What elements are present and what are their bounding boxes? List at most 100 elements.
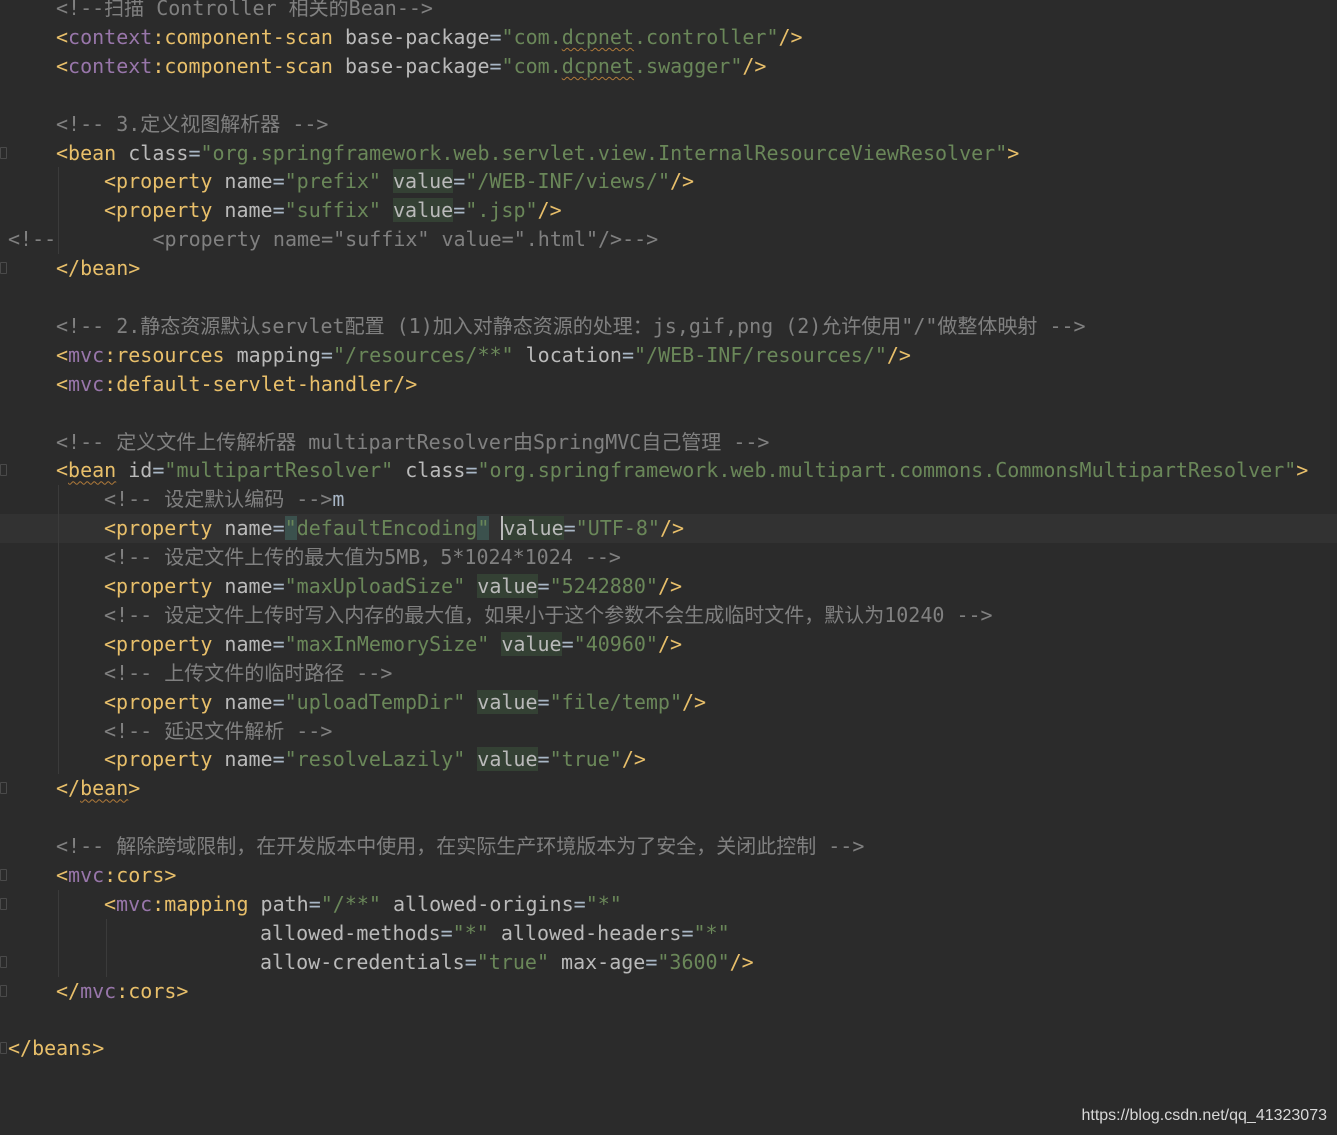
code-token: "true" bbox=[476, 949, 562, 974]
code-token: <!-- 3.定义视图解析器 --> bbox=[56, 111, 329, 136]
code-token: </bean> bbox=[56, 256, 141, 281]
code-token: :cors> bbox=[104, 863, 177, 887]
code-line[interactable] bbox=[0, 1006, 1337, 1035]
code-token: " bbox=[477, 516, 490, 541]
code-token: <property bbox=[104, 689, 225, 714]
code-line[interactable]: <context:component-scan base-package="co… bbox=[0, 23, 1337, 52]
code-line[interactable]: <context:component-scan base-package="co… bbox=[0, 52, 1337, 81]
code-token: <property bbox=[104, 198, 225, 223]
code-token: "5242880" bbox=[549, 574, 658, 598]
code-line[interactable]: <!-- 设定文件上传时写入内存的最大值，如果小于这个参数不会生成临时文件，默认… bbox=[0, 601, 1337, 630]
code-token: mvc bbox=[68, 342, 105, 367]
code-token: "resolveLazily" bbox=[284, 747, 478, 772]
code-token: < bbox=[56, 342, 69, 367]
code-line[interactable]: <bean id="multipartResolver" class="org.… bbox=[0, 456, 1337, 485]
code-token: :mapping bbox=[152, 891, 261, 916]
code-line[interactable]: <!-- 设定默认编码 -->m bbox=[0, 485, 1337, 514]
code-token: name bbox=[224, 747, 273, 772]
code-token: "UTF-8" bbox=[575, 516, 660, 541]
code-line[interactable]: <property name="prefix" value="/WEB-INF/… bbox=[0, 167, 1337, 196]
code-token: /> bbox=[657, 574, 683, 598]
fold-marker-icon[interactable] bbox=[0, 782, 7, 795]
code-line[interactable]: <!-- <property name="suffix" value=".htm… bbox=[0, 225, 1337, 254]
code-line[interactable]: </bean> bbox=[0, 774, 1337, 803]
code-token: "*" bbox=[452, 920, 501, 945]
code-line[interactable] bbox=[0, 283, 1337, 312]
code-token: "/WEB-INF/views/" bbox=[465, 169, 670, 194]
code-line[interactable]: </mvc:cors> bbox=[0, 977, 1337, 1006]
fold-marker-icon[interactable] bbox=[0, 869, 7, 881]
code-token: = bbox=[621, 342, 634, 367]
fold-marker-icon[interactable] bbox=[0, 146, 7, 159]
code-token: :component-scan bbox=[152, 53, 345, 78]
code-token: "*" bbox=[693, 920, 730, 945]
code-line[interactable]: <mvc:cors> bbox=[0, 861, 1337, 890]
code-line[interactable]: allow-credentials="true" max-age="3600"/… bbox=[0, 948, 1337, 977]
code-text: <context:component-scan base-package="co… bbox=[56, 52, 766, 81]
code-token: "org.springframework.web.multipart.commo… bbox=[477, 458, 1297, 483]
code-token: = bbox=[320, 342, 333, 367]
code-token: <!-- 2.静态资源默认servlet配置 (1)加入对静态资源的处理：js,… bbox=[56, 313, 1086, 338]
code-line[interactable]: <!-- 3.定义视图解析器 --> bbox=[0, 110, 1337, 139]
fold-marker-icon[interactable] bbox=[0, 262, 7, 275]
code-line[interactable]: <!--扫描 Controller 相关的Bean--> bbox=[0, 0, 1337, 23]
code-line[interactable]: allowed-methods="*" allowed-headers="*" bbox=[0, 919, 1337, 948]
code-token: > bbox=[1296, 458, 1309, 483]
fold-marker-icon[interactable] bbox=[0, 1042, 7, 1055]
code-token: .controller" bbox=[634, 24, 779, 49]
code-line[interactable] bbox=[0, 81, 1337, 110]
code-line[interactable]: <!-- 延迟文件解析 --> bbox=[0, 717, 1337, 746]
fold-marker-icon[interactable] bbox=[0, 464, 7, 477]
code-token: < bbox=[104, 891, 117, 916]
fold-marker-icon[interactable] bbox=[0, 984, 7, 997]
code-line[interactable] bbox=[0, 803, 1337, 832]
code-line[interactable]: <property name="maxUploadSize" value="52… bbox=[0, 572, 1337, 601]
code-token: = bbox=[537, 689, 550, 714]
code-line[interactable]: </bean> bbox=[0, 254, 1337, 283]
code-token: :cors> bbox=[116, 978, 189, 1003]
code-token: v bbox=[501, 516, 516, 541]
code-line[interactable]: <bean class="org.springframework.web.ser… bbox=[0, 139, 1337, 168]
code-token: <!-- 设定默认编码 --> bbox=[104, 487, 333, 512]
code-token: "/resources/**" bbox=[332, 342, 526, 367]
code-text: <property name="uploadTempDir" value="fi… bbox=[104, 688, 706, 717]
code-token: <!-- 设定文件上传的最大值为5MB，5*1024*1024 --> bbox=[104, 545, 621, 570]
code-line[interactable]: <mvc:resources mapping="/resources/**" l… bbox=[0, 341, 1337, 370]
code-token: mapping bbox=[236, 342, 321, 367]
code-line[interactable]: <!-- 解除跨域限制，在开发版本中使用，在实际生产环境版本为了安全，关闭此控制… bbox=[0, 832, 1337, 861]
code-line[interactable]: <mvc:default-servlet-handler/> bbox=[0, 370, 1337, 399]
code-line[interactable]: <property name="uploadTempDir" value="fi… bbox=[0, 688, 1337, 717]
code-token: = bbox=[465, 458, 478, 483]
code-line[interactable]: <mvc:mapping path="/**" allowed-origins=… bbox=[0, 890, 1337, 919]
code-token: base-package bbox=[345, 53, 490, 78]
code-text: <!-- 上传文件的临时路径 --> bbox=[104, 659, 392, 688]
code-token: "*" bbox=[585, 891, 622, 916]
code-token: "suffix" bbox=[284, 198, 394, 223]
fold-marker-icon[interactable] bbox=[0, 955, 7, 968]
code-token: "uploadTempDir" bbox=[284, 689, 478, 714]
code-text: allowed-methods="*" allowed-headers="*" bbox=[260, 919, 730, 948]
code-token: <property bbox=[104, 747, 225, 772]
code-line-current[interactable]: <property name="defaultEncoding" value="… bbox=[0, 514, 1337, 544]
code-token: "multipartResolver" bbox=[164, 458, 406, 483]
code-line[interactable]: <property name="maxInMemorySize" value="… bbox=[0, 630, 1337, 659]
code-text: <!-- 2.静态资源默认servlet配置 (1)加入对静态资源的处理：js,… bbox=[56, 312, 1086, 341]
code-line[interactable]: <property name="resolveLazily" value="tr… bbox=[0, 745, 1337, 774]
code-token: "maxInMemorySize" bbox=[284, 631, 502, 656]
code-line[interactable]: <!-- 设定文件上传的最大值为5MB，5*1024*1024 --> bbox=[0, 543, 1337, 572]
code-line[interactable]: </beans> bbox=[0, 1034, 1337, 1063]
code-line[interactable]: <!-- 上传文件的临时路径 --> bbox=[0, 659, 1337, 688]
code-text: <!-- 3.定义视图解析器 --> bbox=[56, 110, 328, 139]
code-editor[interactable]: <!--扫描 Controller 相关的Bean--> <context:com… bbox=[0, 0, 1337, 1135]
code-line[interactable]: <!-- 定义文件上传解析器 multipartResolver由SpringM… bbox=[0, 428, 1337, 457]
code-token: = bbox=[561, 631, 574, 656]
code-text: <!-- 延迟文件解析 --> bbox=[104, 717, 332, 746]
code-token: = bbox=[453, 169, 466, 194]
fold-marker-icon[interactable] bbox=[0, 897, 7, 910]
code-token: allowed-methods bbox=[260, 920, 441, 945]
watermark: https://blog.csdn.net/qq_41323073 bbox=[1081, 1107, 1327, 1124]
code-line[interactable]: <!-- 2.静态资源默认servlet配置 (1)加入对静态资源的处理：js,… bbox=[0, 312, 1337, 341]
code-line[interactable]: <property name="suffix" value=".jsp"/> bbox=[0, 196, 1337, 225]
code-line[interactable] bbox=[0, 399, 1337, 428]
